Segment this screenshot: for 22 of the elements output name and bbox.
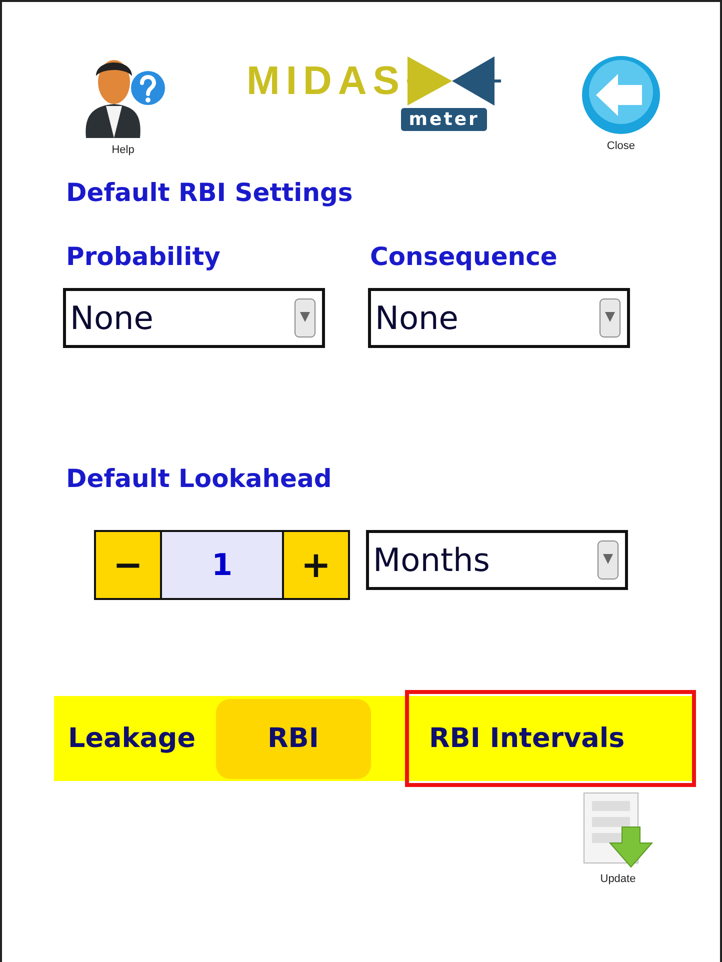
help-button[interactable]: Help: [78, 54, 168, 156]
help-label: Help: [112, 144, 134, 156]
close-button[interactable]: Close: [580, 54, 662, 152]
tab[interactable]: Leakage: [54, 698, 204, 778]
update-label: Update: [600, 873, 636, 885]
logo: MIDAS meter: [246, 56, 502, 131]
tab[interactable]: RBI Intervals: [404, 690, 696, 787]
dropdown[interactable]: None: [63, 288, 325, 348]
section-title: Default RBI Settings: [66, 178, 354, 208]
stepper-value[interactable]: 1: [162, 532, 282, 598]
tab[interactable]: RBI: [216, 698, 371, 778]
increment-button[interactable]: +: [282, 532, 348, 598]
update-button[interactable]: Update: [582, 791, 654, 885]
document-download-icon: [582, 791, 654, 869]
field-label: Consequence: [369, 242, 558, 272]
field-label: Probability: [66, 242, 222, 272]
section-title: Default Lookahead: [66, 464, 333, 494]
close-label: Close: [606, 140, 636, 152]
logo-arrows-icon: [405, 56, 502, 106]
dropdown[interactable]: Months: [366, 530, 628, 590]
dropdown[interactable]: None: [368, 288, 630, 348]
decrement-button[interactable]: −: [96, 532, 162, 598]
